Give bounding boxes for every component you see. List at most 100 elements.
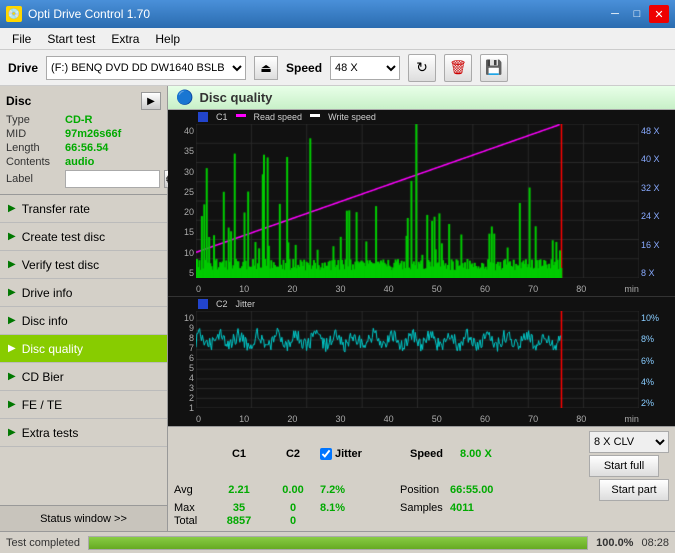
progress-bar-container: Test completed 100.0% 08:28: [0, 531, 675, 553]
menu-help[interactable]: Help: [147, 30, 188, 48]
sidebar-item-verify-test-disc[interactable]: ▶ Verify test disc: [0, 251, 167, 279]
jitter-checkbox[interactable]: [320, 448, 332, 460]
disc-label-label: Label: [6, 173, 61, 185]
sidebar-item-extra-tests[interactable]: ▶ Extra tests: [0, 419, 167, 447]
speed-clv-select[interactable]: 8 X CLV: [589, 431, 669, 453]
chart1-legend: C1 Read speed Write speed: [198, 112, 376, 122]
erase-button[interactable]: 🗑: [444, 54, 472, 82]
stats-max-row: Max 35 0 8.1% Samples 4011: [174, 502, 669, 514]
stats-header-row: C1 C2 Jitter Speed 8.00 X 8 X CLV Start …: [174, 431, 669, 477]
progress-track: [88, 536, 588, 550]
window-controls: ─ □ ✕: [605, 5, 669, 23]
jitter-legend-label: Jitter: [236, 299, 256, 309]
read-speed-legend-label: Read speed: [254, 112, 303, 122]
progress-time: 08:28: [641, 537, 669, 549]
speed-val: 8.00 X: [460, 448, 510, 460]
maximize-button[interactable]: □: [627, 5, 647, 23]
write-speed-legend-label: Write speed: [328, 112, 376, 122]
c1-legend-box: [198, 112, 208, 122]
disc-panel-button[interactable]: ▶: [141, 92, 161, 110]
total-c2: 0: [266, 515, 320, 527]
status-window-button[interactable]: Status window >>: [0, 505, 167, 531]
chart2-y-labels-right: 10% 8% 6% 4% 2%: [639, 313, 675, 408]
sidebar-item-label: Verify test disc: [22, 258, 99, 272]
sidebar-item-transfer-rate[interactable]: ▶ Transfer rate: [0, 195, 167, 223]
sidebar-item-disc-quality[interactable]: ▶ Disc quality: [0, 335, 167, 363]
app-icon: 💿: [6, 6, 22, 22]
status-window-label: Status window >>: [40, 513, 127, 525]
jitter-checkbox-row: Jitter: [320, 448, 400, 460]
disc-contents-value: audio: [65, 156, 94, 168]
chart2-container: 10 9 8 7 6 5 4 3 2 1 10% 8% 6% 4%: [168, 296, 675, 426]
start-part-button[interactable]: Start part: [599, 479, 669, 501]
progress-label: Test completed: [6, 537, 80, 549]
start-part-placeholder: Start part: [599, 479, 669, 501]
disc-quality-icon: 🔵: [176, 89, 193, 106]
nav-arrow-icon: ▶: [8, 259, 16, 270]
stats-c1-header: C1: [212, 448, 266, 460]
menu-start-test[interactable]: Start test: [39, 30, 103, 48]
chart1-canvas: [196, 124, 639, 278]
chart2-canvas: [196, 311, 639, 408]
sidebar-item-label: Transfer rate: [22, 202, 90, 216]
nav-arrow-icon: ▶: [8, 399, 16, 410]
sidebar-item-label: FE / TE: [22, 398, 62, 412]
jitter-header: Jitter: [335, 448, 362, 460]
sidebar-item-create-test-disc[interactable]: ▶ Create test disc: [0, 223, 167, 251]
disc-contents-label: Contents: [6, 156, 61, 168]
stats-right-buttons: 8 X CLV Start full: [589, 431, 669, 477]
eject-button[interactable]: ⏏: [254, 56, 278, 80]
sidebar-item-label: Drive info: [22, 286, 73, 300]
sidebar-item-label: Create test disc: [22, 230, 105, 244]
drive-select[interactable]: (F:) BENQ DVD DD DW1640 BSLB: [46, 56, 246, 80]
sidebar-item-fe-te[interactable]: ▶ FE / TE: [0, 391, 167, 419]
avg-jitter: 7.2%: [320, 484, 400, 496]
start-full-button[interactable]: Start full: [589, 455, 659, 477]
menu-extra[interactable]: Extra: [103, 30, 147, 48]
stats-total-row: Total 8857 0: [174, 515, 669, 527]
disc-length-value: 66:56.54: [65, 142, 108, 154]
disc-mid-label: MID: [6, 128, 61, 140]
chart1-y-labels: 40 35 30 25 20 15 10 5: [168, 126, 196, 278]
disc-quality-title: Disc quality: [199, 90, 272, 105]
speed-select[interactable]: 48 X: [330, 56, 400, 80]
nav-arrow-icon: ▶: [8, 231, 16, 242]
sidebar-item-label: Disc quality: [22, 342, 83, 356]
save-button[interactable]: 💾: [480, 54, 508, 82]
drive-label: Drive: [8, 61, 38, 75]
samples-val: 4011: [450, 502, 474, 514]
progress-percent: 100.0%: [596, 537, 633, 549]
nav-arrow-icon: ▶: [8, 343, 16, 354]
close-button[interactable]: ✕: [649, 5, 669, 23]
c2-legend-box: [198, 299, 208, 309]
refresh-button[interactable]: ↻: [408, 54, 436, 82]
menu-file[interactable]: File: [4, 30, 39, 48]
max-c1: 35: [212, 502, 266, 514]
position-label: Position: [400, 484, 450, 496]
read-speed-legend-box: [236, 114, 246, 117]
disc-type-value: CD-R: [65, 114, 93, 126]
drive-bar: Drive (F:) BENQ DVD DD DW1640 BSLB ⏏ Spe…: [0, 50, 675, 86]
sidebar-item-cd-bier[interactable]: ▶ CD Bier: [0, 363, 167, 391]
chart2-y-labels: 10 9 8 7 6 5 4 3 2 1: [168, 313, 196, 408]
max-label: Max: [174, 502, 212, 514]
sidebar-item-label: CD Bier: [22, 370, 64, 384]
window-title: Opti Drive Control 1.70: [28, 7, 150, 21]
minimize-button[interactable]: ─: [605, 5, 625, 23]
sidebar-item-drive-info[interactable]: ▶ Drive info: [0, 279, 167, 307]
disc-mid-value: 97m26s66f: [65, 128, 121, 140]
avg-label: Avg: [174, 484, 212, 496]
speed-dropdown-row: 8 X CLV: [589, 431, 669, 453]
max-jitter: 8.1%: [320, 502, 400, 514]
disc-label-input[interactable]: [65, 170, 160, 188]
nav-arrow-icon: ▶: [8, 287, 16, 298]
sidebar-item-disc-info[interactable]: ▶ Disc info: [0, 307, 167, 335]
write-speed-legend-box: [310, 114, 320, 117]
position-val: 66:55.00: [450, 484, 493, 496]
chart1-x-labels: 0 10 20 30 40 50 60 70 80 min: [196, 284, 639, 294]
avg-c1: 2.21: [212, 484, 266, 496]
disc-quality-header: 🔵 Disc quality: [168, 86, 675, 110]
title-bar: 💿 Opti Drive Control 1.70 ─ □ ✕: [0, 0, 675, 28]
stats-avg-row: Avg 2.21 0.00 7.2% Position 66:55.00 Sta…: [174, 479, 669, 501]
disc-panel: Disc ▶ Type CD-R MID 97m26s66f Length 66…: [0, 86, 167, 195]
